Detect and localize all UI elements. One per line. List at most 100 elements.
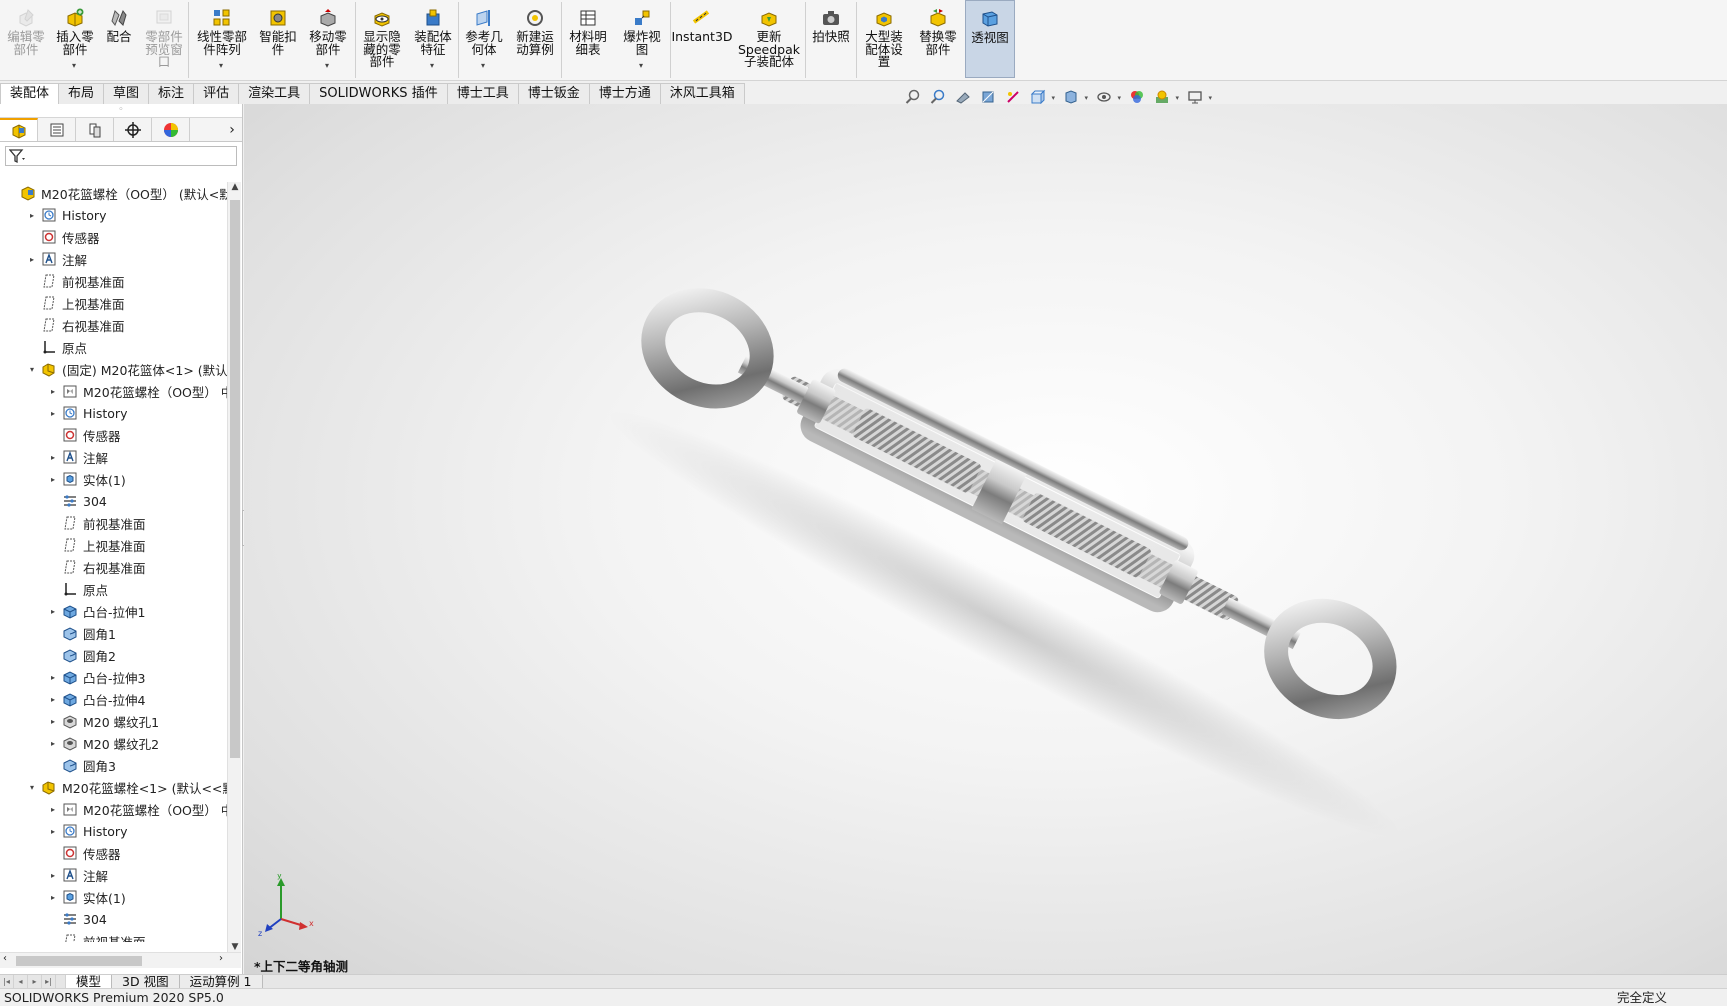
- tree-item[interactable]: ▸ M20 螺纹孔1: [0, 710, 227, 732]
- expand-toggle-icon[interactable]: ▸: [48, 387, 58, 396]
- expand-toggle-icon[interactable]: ▾: [27, 783, 37, 792]
- tree-item[interactable]: 前视基准面: [0, 270, 227, 292]
- property-manager-tab[interactable]: [38, 118, 76, 141]
- tab-4[interactable]: 评估: [193, 83, 240, 104]
- tree-item[interactable]: ▸ History: [0, 204, 227, 226]
- move-component-button[interactable]: 移动零 部件 ▾: [301, 0, 355, 78]
- reference-geometry-button[interactable]: 参考几 何体 ▾: [459, 0, 509, 78]
- tree-item[interactable]: ▾ M20花篮螺栓<1> (默认<<默认: [0, 776, 227, 798]
- tree-item[interactable]: 原点: [0, 336, 227, 358]
- feature-manager-tab[interactable]: [0, 118, 38, 141]
- replace-component-button[interactable]: 替换零 部件: [911, 0, 965, 78]
- tree-item[interactable]: ▸ 凸台-拉伸4: [0, 688, 227, 710]
- snapshot-button[interactable]: 拍快照: [806, 0, 856, 78]
- tree-item[interactable]: ▸ M20花篮螺栓（OO型） 中的: [0, 380, 227, 402]
- expand-toggle-icon[interactable]: ▸: [48, 475, 58, 484]
- tree-item[interactable]: 圆角2: [0, 644, 227, 666]
- tree-item[interactable]: ▾ (固定) M20花篮体<1> (默认<<默: [0, 358, 227, 380]
- assembly-feature-button[interactable]: 装配体 特征 ▾: [408, 0, 458, 78]
- show-hidden-button[interactable]: 显示隐 藏的零 部件: [356, 0, 408, 78]
- dropdown-arrow-icon[interactable]: ▾: [481, 60, 485, 73]
- expand-toggle-icon[interactable]: ▸: [27, 255, 37, 264]
- dropdown-arrow-icon[interactable]: ▾: [219, 60, 223, 73]
- tree-item[interactable]: ▸ 注解: [0, 864, 227, 886]
- perspective-button[interactable]: 透视图: [965, 0, 1015, 78]
- expand-toggle-icon[interactable]: ▸: [48, 739, 58, 748]
- expand-toggle-icon[interactable]: ▸: [48, 695, 58, 704]
- tree-item[interactable]: ▸ 注解: [0, 248, 227, 270]
- tree-item[interactable]: ▸ 凸台-拉伸3: [0, 666, 227, 688]
- prev-tab-arrow[interactable]: ◂: [14, 975, 28, 988]
- tree-item[interactable]: ▸ 实体(1): [0, 886, 227, 908]
- component-preview-button[interactable]: 零部件 预览窗 口: [140, 0, 188, 78]
- scroll-right-arrow[interactable]: ›: [219, 953, 223, 964]
- tree-item[interactable]: ▸ M20 螺纹孔2: [0, 732, 227, 754]
- tree-item[interactable]: 原点: [0, 578, 227, 600]
- tree-item[interactable]: 前视基准面: [0, 512, 227, 534]
- expand-toggle-icon[interactable]: ▸: [48, 717, 58, 726]
- tree-item[interactable]: 右视基准面: [0, 314, 227, 336]
- exploded-view-button[interactable]: 爆炸视 图 ▾: [614, 0, 670, 78]
- scroll-up-arrow[interactable]: ▲: [228, 182, 242, 192]
- dimxpert-manager-tab[interactable]: [114, 118, 152, 141]
- expand-toggle-icon[interactable]: ▸: [48, 607, 58, 616]
- tab-9[interactable]: 博士方通: [588, 83, 661, 104]
- scroll-down-arrow[interactable]: ▼: [228, 942, 242, 952]
- expand-toggle-icon[interactable]: ▸: [48, 805, 58, 814]
- tree-filter[interactable]: [5, 146, 237, 166]
- bom-button[interactable]: 材料明 细表: [562, 0, 614, 78]
- tab-7[interactable]: 博士工具: [446, 83, 519, 104]
- next-tab-arrow[interactable]: ▸: [28, 975, 42, 988]
- expand-toggle-icon[interactable]: ▸: [27, 211, 37, 220]
- expand-toggle-icon[interactable]: ▾: [27, 365, 37, 374]
- scroll-left-arrow[interactable]: ‹: [3, 953, 7, 964]
- tree-item[interactable]: ▸ History: [0, 402, 227, 424]
- expand-toggle-icon[interactable]: ▸: [48, 673, 58, 682]
- tree-item[interactable]: 圆角1: [0, 622, 227, 644]
- tree-item[interactable]: ▸ History: [0, 820, 227, 842]
- linear-pattern-button[interactable]: 线性零部 件阵列 ▾: [189, 0, 255, 78]
- bottom-tab-1[interactable]: 3D 视图: [112, 975, 180, 988]
- smart-fastener-button[interactable]: 智能扣 件: [255, 0, 301, 78]
- tree-item[interactable]: ▸ 注解: [0, 446, 227, 468]
- tree-item[interactable]: M20花篮螺栓（OO型） (默认<默认_: [0, 182, 227, 204]
- dropdown-arrow-icon[interactable]: ▾: [430, 60, 434, 73]
- scroll-thumb[interactable]: [230, 200, 240, 758]
- expand-toggle-icon[interactable]: ▸: [48, 827, 58, 836]
- expand-toggle-icon[interactable]: ▸: [48, 893, 58, 902]
- tab-8[interactable]: 博士钣金: [517, 83, 590, 104]
- expand-toggle-icon[interactable]: ▸: [48, 453, 58, 462]
- tab-1[interactable]: 布局: [58, 83, 105, 104]
- tree-item[interactable]: 传感器: [0, 424, 227, 446]
- first-tab-arrow[interactable]: |◂: [0, 975, 14, 988]
- expand-toggle-icon[interactable]: ▸: [48, 409, 58, 418]
- tab-2[interactable]: 草图: [103, 83, 150, 104]
- tab-10[interactable]: 沐风工具箱: [659, 83, 745, 104]
- expand-toggle-icon[interactable]: ▸: [48, 871, 58, 880]
- insert-component-button[interactable]: 插入零 部件 ▾: [52, 0, 98, 78]
- tree-item[interactable]: 上视基准面: [0, 534, 227, 556]
- tree-item[interactable]: 右视基准面: [0, 556, 227, 578]
- dropdown-arrow-icon[interactable]: ▾: [325, 60, 329, 73]
- configuration-manager-tab[interactable]: [76, 118, 114, 141]
- tab-0[interactable]: 装配体: [0, 83, 60, 104]
- tree-horizontal-scrollbar[interactable]: ‹ ›: [0, 952, 241, 968]
- last-tab-arrow[interactable]: ▸|: [42, 975, 56, 988]
- tree-item[interactable]: 圆角3: [0, 754, 227, 776]
- bottom-tab-0[interactable]: 模型: [66, 975, 113, 988]
- bottom-tab-2[interactable]: 运动算例 1: [179, 975, 263, 988]
- tree-item[interactable]: 304: [0, 490, 227, 512]
- tree-item[interactable]: 上视基准面: [0, 292, 227, 314]
- h-scroll-thumb[interactable]: [16, 956, 142, 966]
- more-tabs-arrow[interactable]: ›: [222, 122, 242, 138]
- panel-grip[interactable]: ◦: [0, 104, 242, 118]
- tree-vertical-scrollbar[interactable]: ▲ ▼: [227, 182, 241, 952]
- edit-component-button[interactable]: 编辑零 部件: [0, 0, 52, 78]
- speedpak-button[interactable]: 更新 Speedpak 子装配体: [733, 0, 805, 78]
- graphics-area[interactable]: y x z *上下二等角轴测: [244, 104, 1727, 974]
- tree-item[interactable]: 传感器: [0, 842, 227, 864]
- display-manager-tab[interactable]: [152, 118, 190, 141]
- tab-5[interactable]: 渲染工具: [238, 83, 311, 104]
- dropdown-arrow-icon[interactable]: ▾: [639, 60, 643, 73]
- tree-item[interactable]: ▸ 凸台-拉伸1: [0, 600, 227, 622]
